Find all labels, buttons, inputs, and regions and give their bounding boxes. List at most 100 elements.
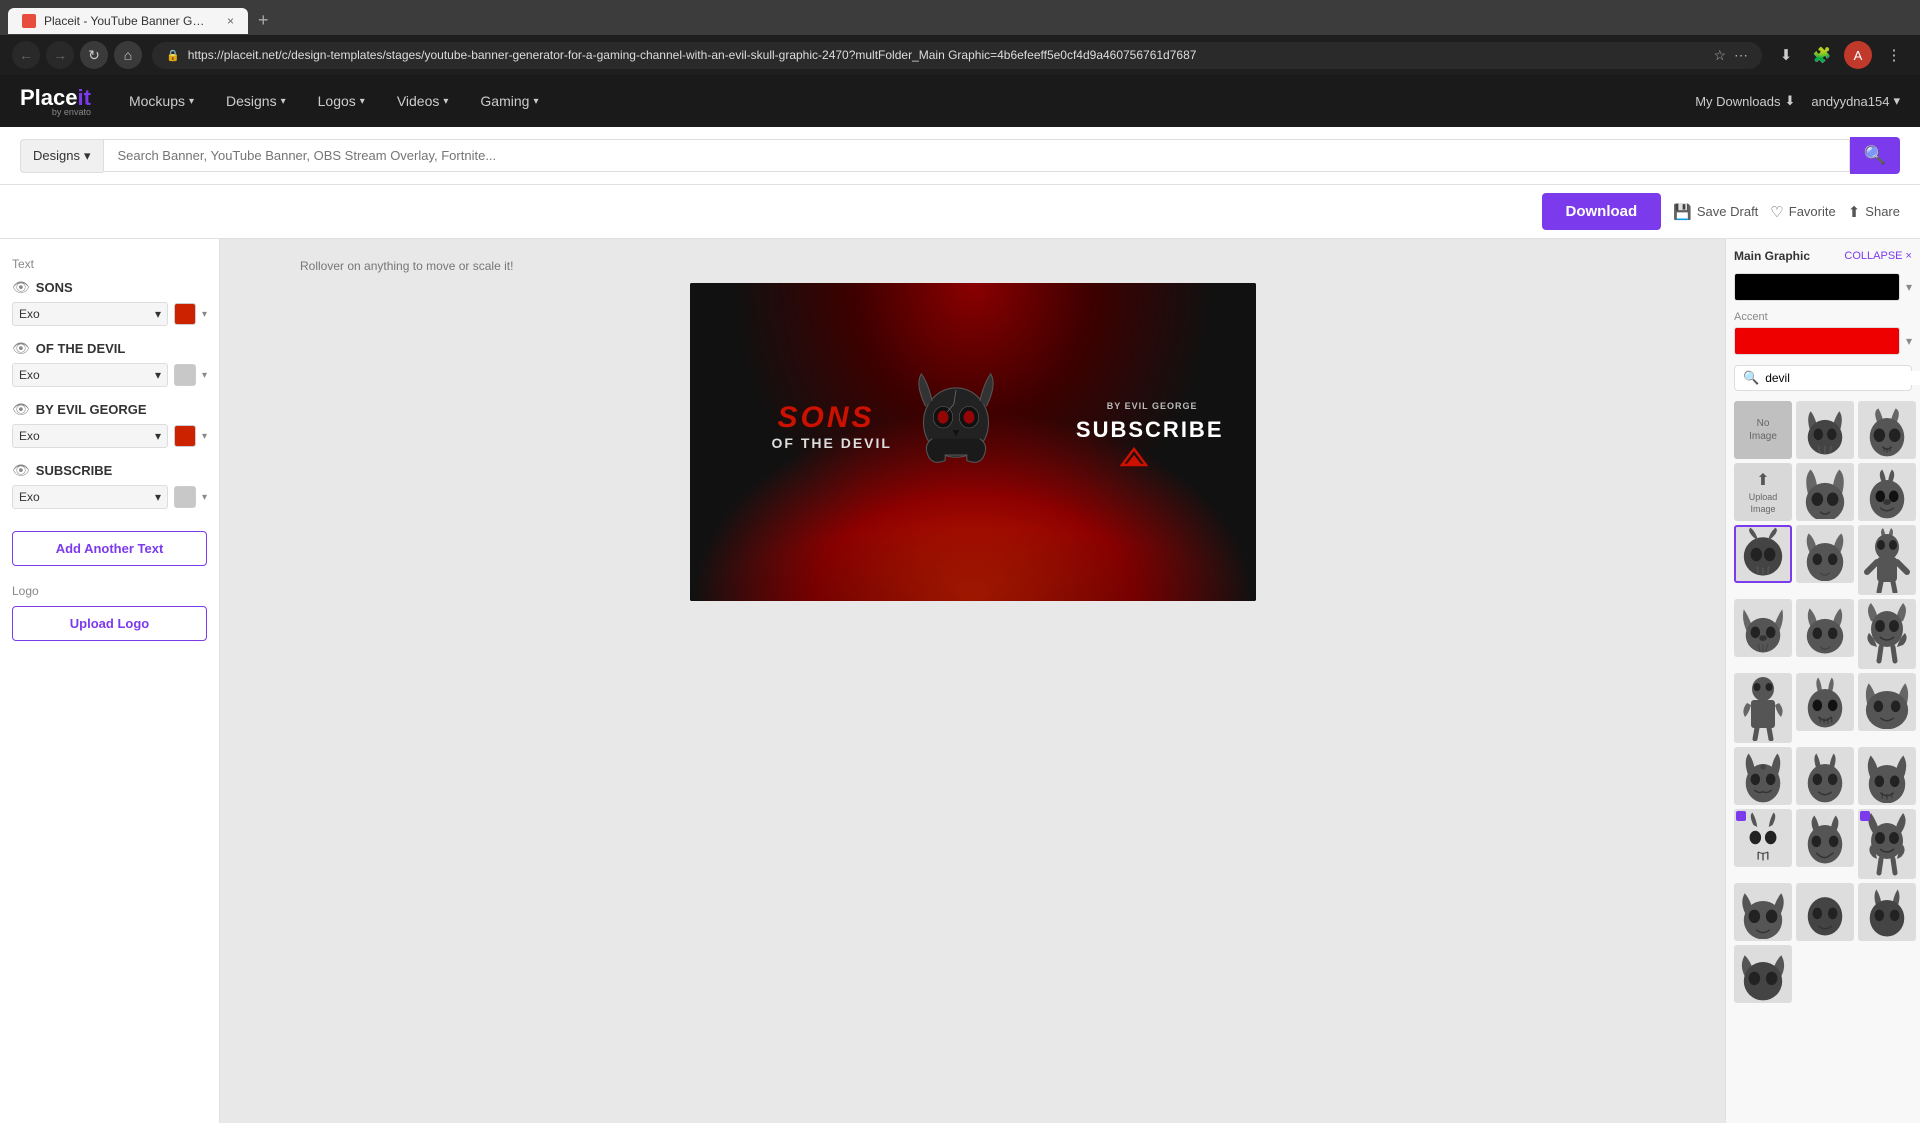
nav-gaming[interactable]: Gaming ▾ <box>466 85 552 117</box>
back-button[interactable]: ← <box>12 41 40 69</box>
text-item-subscribe-controls: Exo ▾ ▾ <box>12 485 207 509</box>
forward-button[interactable]: → <box>46 41 74 69</box>
color-swatch-byevil[interactable] <box>174 425 196 447</box>
accent-color-bar[interactable] <box>1734 327 1900 355</box>
font-select-subscribe[interactable]: Exo ▾ <box>12 485 168 509</box>
skull-svg <box>912 363 1000 493</box>
expand-sons[interactable]: ▾ <box>202 309 207 320</box>
search-type-select[interactable]: Designs ▾ <box>20 139 103 173</box>
tab-close-btn[interactable]: × <box>227 14 234 28</box>
search-button[interactable]: 🔍 <box>1850 137 1900 174</box>
graphic-item-22[interactable] <box>1858 883 1916 941</box>
accent-color-dropdown[interactable]: ▾ <box>1906 334 1912 348</box>
graphic-item-15[interactable] <box>1796 747 1854 805</box>
graphic-item-19[interactable] <box>1858 809 1916 879</box>
graphic-item-14[interactable] <box>1734 747 1792 805</box>
text-item-sons-header: 👁 SONS <box>12 279 207 296</box>
text-byevil-value: BY EVIL GEORGE <box>36 402 207 417</box>
canvas-hint: Rollover on anything to move or scale it… <box>300 259 513 273</box>
banner-arrow[interactable] <box>1120 447 1148 472</box>
font-select-byevil[interactable]: Exo ▾ <box>12 424 168 448</box>
graphic-item-2[interactable] <box>1858 401 1916 459</box>
graphic-item-20[interactable] <box>1734 883 1792 941</box>
upload-logo-button[interactable]: Upload Logo <box>12 606 207 641</box>
nav-videos[interactable]: Videos ▾ <box>383 85 463 117</box>
banner-subscribe-text[interactable]: SUBSCRIBE <box>1076 417 1224 443</box>
devil-face-2-svg <box>1863 465 1911 519</box>
knight-svg <box>1739 675 1787 741</box>
app-header: Placeit by envato Mockups ▾ Designs ▾ Lo… <box>0 75 1920 127</box>
address-bar[interactable]: 🔒 https://placeit.net/c/design-templates… <box>152 42 1762 69</box>
graphic-item-1[interactable] <box>1796 401 1854 459</box>
graphic-no-image[interactable]: No Image <box>1734 401 1792 459</box>
extra-graphic-1-svg <box>1801 885 1849 939</box>
graphic-item-9[interactable] <box>1796 599 1854 657</box>
graphic-item-11[interactable] <box>1734 673 1792 743</box>
bookmark-icon[interactable]: ☆ <box>1713 47 1726 64</box>
favorite-button[interactable]: ♡ Favorite <box>1770 203 1835 221</box>
visibility-toggle-byevil[interactable]: 👁 <box>12 401 30 418</box>
banner-skull-graphic[interactable] <box>912 363 1000 496</box>
add-text-button[interactable]: Add Another Text <box>12 531 207 566</box>
graphic-item-13[interactable] <box>1858 673 1916 731</box>
editor-toolbar: Download 💾 Save Draft ♡ Favorite ⬆ Share <box>0 185 1920 239</box>
user-menu-button[interactable]: andyydna154 ▾ <box>1811 93 1900 109</box>
graphic-item-17[interactable] <box>1734 809 1792 867</box>
graphic-item-10[interactable] <box>1858 599 1916 669</box>
graphic-item-18[interactable] <box>1796 809 1854 867</box>
expand-byevil[interactable]: ▾ <box>202 431 207 442</box>
devil-ornate-3-svg <box>1863 749 1911 803</box>
canvas-wrapper[interactable]: SONS OF THE DEVIL <box>690 283 1256 601</box>
text-section-label: Text <box>12 257 207 271</box>
graphic-item-23[interactable] <box>1734 945 1792 1003</box>
lock-icon: 🔒 <box>166 49 180 62</box>
active-tab[interactable]: Placeit - YouTube Banner Gene... × <box>8 8 248 34</box>
graphic-upload[interactable]: ⬆ Upload Image <box>1734 463 1792 521</box>
main-color-bar[interactable] <box>1734 273 1900 301</box>
banner-sons-text[interactable]: SONS <box>778 401 875 435</box>
share-button[interactable]: ⬆ Share <box>1848 203 1900 221</box>
banner-byevil-text[interactable]: BY EVIL GEORGE <box>1107 401 1198 411</box>
new-tab-button[interactable]: + <box>248 6 279 35</box>
expand-subscribe[interactable]: ▾ <box>202 492 207 503</box>
menu-icon[interactable]: ⋮ <box>1880 41 1908 69</box>
accent-color-picker: ▾ <box>1734 327 1912 355</box>
visibility-toggle-sons[interactable]: 👁 <box>12 279 30 296</box>
graphic-item-21[interactable] <box>1796 883 1854 941</box>
main-color-dropdown[interactable]: ▾ <box>1906 280 1912 294</box>
visibility-toggle-devil[interactable]: 👁 <box>12 340 30 357</box>
save-draft-button[interactable]: 💾 Save Draft <box>1673 203 1758 221</box>
graphic-item-12[interactable] <box>1796 673 1854 731</box>
graphic-item-6[interactable] <box>1796 525 1854 583</box>
graphic-item-8[interactable] <box>1734 599 1792 657</box>
extensions-icon[interactable]: ⋯ <box>1734 47 1748 64</box>
visibility-toggle-subscribe[interactable]: 👁 <box>12 462 30 479</box>
nav-designs[interactable]: Designs ▾ <box>212 85 300 117</box>
font-select-devil[interactable]: Exo ▾ <box>12 363 168 387</box>
color-swatch-subscribe[interactable] <box>174 486 196 508</box>
color-swatch-sons[interactable] <box>174 303 196 325</box>
logo[interactable]: Placeit by envato <box>20 85 91 117</box>
graphic-item-3[interactable] <box>1796 463 1854 521</box>
graphic-item-5[interactable] <box>1734 525 1792 583</box>
home-button[interactable]: ⌂ <box>114 41 142 69</box>
nav-mockups[interactable]: Mockups ▾ <box>115 85 208 117</box>
graphic-search-input[interactable] <box>1765 371 1920 385</box>
profile-icon[interactable]: A <box>1844 41 1872 69</box>
nav-logos[interactable]: Logos ▾ <box>304 85 379 117</box>
graphic-item-4[interactable] <box>1858 463 1916 521</box>
collapse-button[interactable]: COLLAPSE × <box>1844 250 1912 262</box>
refresh-button[interactable]: ↻ <box>80 41 108 69</box>
font-select-sons[interactable]: Exo ▾ <box>12 302 168 326</box>
expand-devil[interactable]: ▾ <box>202 370 207 381</box>
color-swatch-devil[interactable] <box>174 364 196 386</box>
banner-devil-text[interactable]: OF THE DEVIL <box>772 435 892 451</box>
download-button[interactable]: Download <box>1542 193 1662 230</box>
search-input[interactable] <box>104 140 1849 171</box>
graphic-item-16[interactable] <box>1858 747 1916 805</box>
extensions-toolbar-icon[interactable]: 🧩 <box>1808 41 1836 69</box>
font-caret-byevil: ▾ <box>155 429 161 443</box>
downloads-icon[interactable]: ⬇ <box>1772 41 1800 69</box>
graphic-item-7[interactable] <box>1858 525 1916 595</box>
my-downloads-button[interactable]: My Downloads ⬇ <box>1695 93 1795 109</box>
